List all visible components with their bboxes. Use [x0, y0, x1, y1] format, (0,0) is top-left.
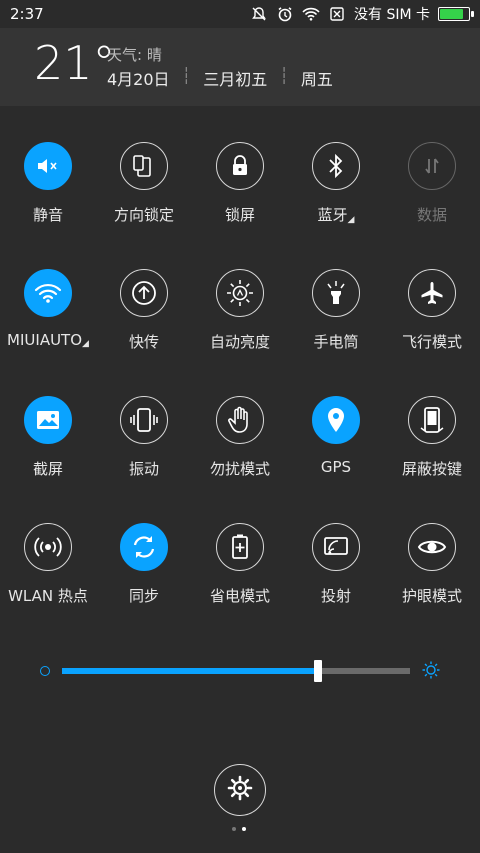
brightness-low-icon: [40, 666, 50, 676]
toggle-label: MIUIAUTO◢: [7, 331, 89, 349]
toggle-airplane-mode[interactable]: 飞行模式: [384, 269, 480, 352]
toggle-lock-screen[interactable]: 锁屏: [192, 142, 288, 225]
toggle-flashlight[interactable]: 手电筒: [288, 269, 384, 352]
screenshot-icon: [24, 396, 72, 444]
settings-button[interactable]: [214, 764, 266, 816]
toggle-label: 方向锁定: [113, 206, 174, 224]
weather-text: 天气: 晴: [107, 46, 162, 64]
location-icon: [312, 396, 360, 444]
toggle-battery-saver[interactable]: 省电模式: [192, 523, 288, 606]
toggle-label: 护眼模式: [401, 587, 462, 605]
toggle-wlan-hotspot[interactable]: WLAN 热点: [0, 523, 96, 606]
vibrate-icon: [120, 396, 168, 444]
toggle-screenshot[interactable]: 截屏: [0, 396, 96, 479]
weekday: 周五: [300, 70, 333, 89]
toggle-label: 屏蔽按键: [401, 460, 462, 478]
date: 4月20日: [107, 70, 170, 89]
lunar-date: 三月初五: [203, 70, 268, 89]
toggle-sync[interactable]: 同步: [96, 523, 192, 606]
quick-toggles-grid: 静音 方向锁定 锁屏 蓝牙◢ 数据 MIUIAUTO◢ 快传 自动亮度 手电筒 …: [0, 142, 480, 606]
cast-icon: [312, 523, 360, 571]
toggle-label: 静音: [32, 206, 63, 224]
toggle-block-keys[interactable]: 屏蔽按键: [384, 396, 480, 479]
toggle-label: 勿扰模式: [209, 460, 270, 478]
weather-header[interactable]: 21° 天气: 晴 4月20日 ┆ 三月初五 ┆ 周五: [0, 28, 480, 106]
expand-triangle-icon: ◢: [347, 215, 355, 225]
toggle-quick-transfer[interactable]: 快传: [96, 269, 192, 352]
page-dot[interactable]: [232, 827, 236, 831]
toggle-label: 自动亮度: [209, 333, 270, 351]
toggle-silent[interactable]: 静音: [0, 142, 96, 225]
battery-icon: [438, 7, 474, 21]
toggle-label: 截屏: [32, 460, 63, 478]
bluetooth-icon: [312, 142, 360, 190]
wifi-signal-icon: [302, 5, 320, 23]
brightness-high-icon: [422, 661, 440, 683]
alarm-icon: [276, 5, 294, 23]
lock-icon: [216, 142, 264, 190]
wifi-icon: [24, 269, 72, 317]
do-not-disturb-icon: [216, 396, 264, 444]
gear-icon: [226, 774, 254, 806]
carrier-text: 没有 SIM 卡: [354, 7, 430, 23]
toggle-auto-brightness[interactable]: 自动亮度: [192, 269, 288, 352]
toggle-label: 飞行模式: [401, 333, 462, 351]
toggle-gps[interactable]: GPS: [288, 396, 384, 479]
status-icons: 没有 SIM 卡: [250, 4, 474, 24]
toggle-cast[interactable]: 投射: [288, 523, 384, 606]
toggle-rotation-lock[interactable]: 方向锁定: [96, 142, 192, 225]
brightness-slider[interactable]: [40, 656, 440, 686]
toggle-do-not-disturb[interactable]: 勿扰模式: [192, 396, 288, 479]
airplane-icon: [408, 269, 456, 317]
page-dot-active[interactable]: [242, 827, 246, 831]
no-sim-icon: [328, 5, 346, 23]
toggle-label: 同步: [128, 587, 159, 605]
auto-brightness-icon: [216, 269, 264, 317]
brightness-track[interactable]: [62, 660, 410, 682]
volume-mute-icon: [24, 142, 72, 190]
toggle-label: 快传: [128, 333, 159, 351]
toggle-mobile-data[interactable]: 数据: [384, 142, 480, 225]
expand-triangle-icon: ◢: [82, 339, 89, 349]
toggle-label: 锁屏: [224, 206, 255, 224]
status-bar: 2:37 没有 SIM 卡: [0, 0, 480, 28]
flashlight-icon: [312, 269, 360, 317]
toggle-bluetooth[interactable]: 蓝牙◢: [288, 142, 384, 225]
toggle-label: 投射: [320, 587, 351, 605]
eye-icon: [408, 523, 456, 571]
sync-icon: [120, 523, 168, 571]
battery-level: [440, 9, 464, 19]
rotation-lock-icon: [120, 142, 168, 190]
page-indicator: [232, 827, 246, 831]
toggle-wifi[interactable]: MIUIAUTO◢: [0, 269, 96, 352]
temperature: 21°: [34, 36, 116, 90]
toggle-label: GPS: [320, 458, 352, 476]
toggle-vibrate[interactable]: 振动: [96, 396, 192, 479]
notifications-muted-icon: [250, 5, 268, 23]
quick-transfer-icon: [120, 269, 168, 317]
block-keys-icon: [408, 396, 456, 444]
toggle-label: 省电模式: [209, 587, 270, 605]
date-line: 4月20日 ┆ 三月初五 ┆ 周五: [107, 66, 333, 89]
toggle-label: 振动: [128, 460, 159, 478]
brightness-fill: [62, 668, 318, 674]
battery-saver-icon: [216, 523, 264, 571]
brightness-thumb[interactable]: [313, 660, 322, 682]
toggle-label: 蓝牙◢: [317, 206, 355, 225]
toggle-label: 数据: [416, 206, 447, 224]
toggle-label: WLAN 热点: [8, 587, 88, 605]
hotspot-icon: [24, 523, 72, 571]
toggle-label: 手电筒: [313, 333, 359, 351]
status-time: 2:37: [10, 5, 44, 23]
mobile-data-icon: [408, 142, 456, 190]
toggle-eye-protection[interactable]: 护眼模式: [384, 523, 480, 606]
